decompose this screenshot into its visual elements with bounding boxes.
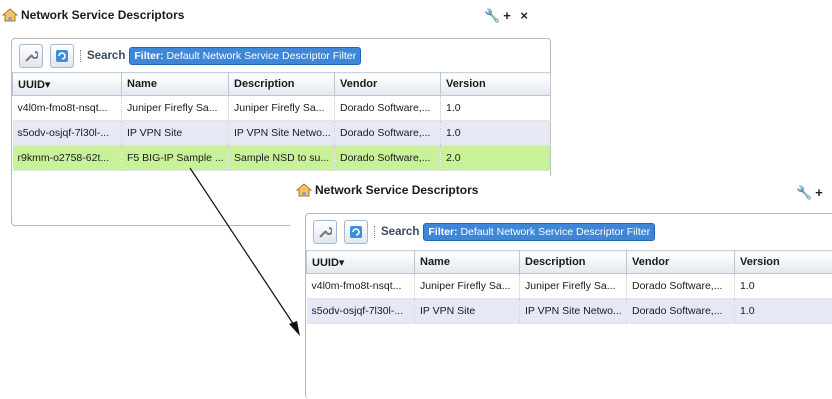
annotation-arrow: [0, 0, 832, 398]
